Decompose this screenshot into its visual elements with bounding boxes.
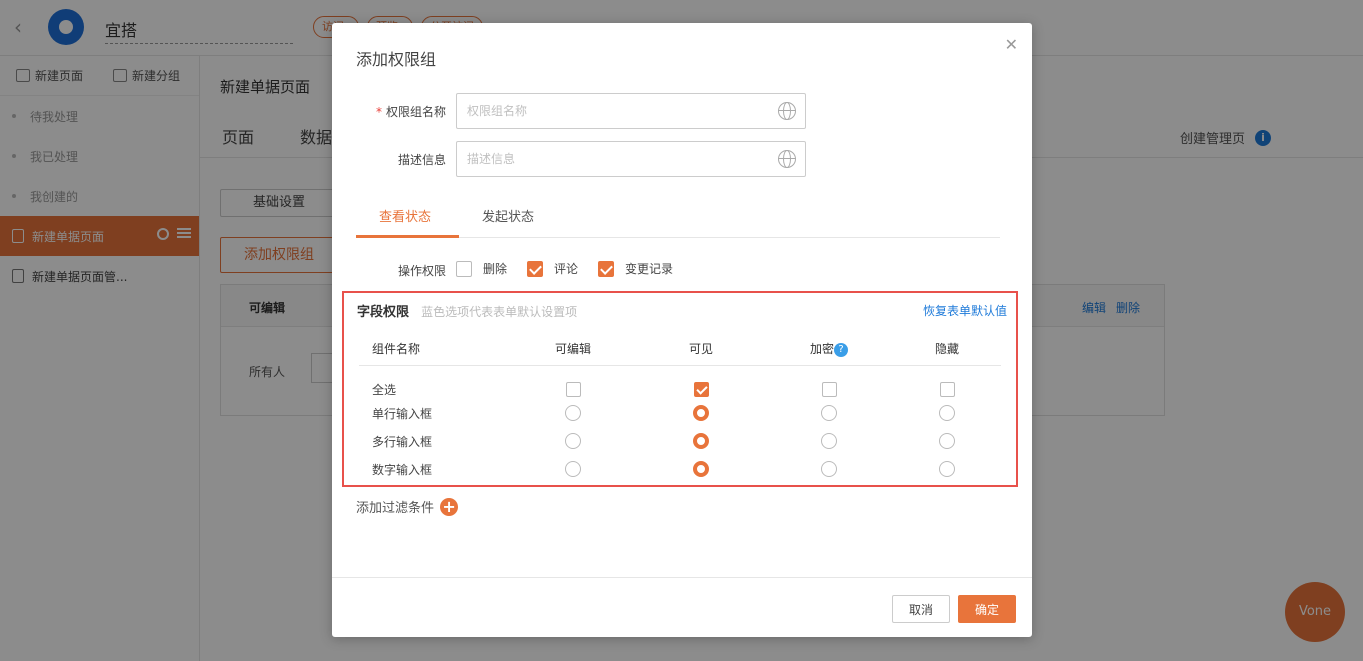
cell bbox=[765, 427, 893, 455]
add-filter-label: 添加过滤条件 bbox=[356, 501, 435, 516]
select-all-encrypted-checkbox[interactable] bbox=[821, 381, 837, 397]
group-name-row: * 权限组名称 bbox=[332, 93, 1032, 129]
row-name: 全选 bbox=[372, 382, 397, 397]
select-all-hidden-checkbox[interactable] bbox=[939, 381, 955, 397]
close-icon[interactable]: ✕ bbox=[1005, 35, 1018, 54]
header-editable: 可编辑 bbox=[509, 333, 637, 366]
help-icon[interactable]: ? bbox=[834, 343, 848, 358]
table-header-row: 组件名称 可编辑 可见 加密? 隐藏 bbox=[359, 333, 1001, 366]
cell bbox=[509, 455, 637, 483]
cell bbox=[765, 455, 893, 483]
cell bbox=[509, 371, 637, 399]
add-permission-group-dialog: 添加权限组 ✕ *权限组名称 描述信息 查看状态 发起状态 操作权限 删除 评论 bbox=[332, 23, 1032, 637]
op-delete-checkbox[interactable]: 删除 bbox=[456, 260, 507, 277]
checkbox[interactable] bbox=[598, 260, 615, 277]
cell bbox=[765, 399, 893, 427]
header-visible: 可见 bbox=[637, 333, 765, 366]
description-input[interactable] bbox=[456, 141, 806, 177]
restore-defaults-link[interactable]: 恢复表单默认值 bbox=[923, 302, 1007, 319]
table-row: 多行输入框 bbox=[359, 427, 1001, 455]
hidden-radio[interactable] bbox=[939, 461, 955, 477]
encrypted-radio[interactable] bbox=[821, 405, 837, 421]
plus-icon[interactable]: + bbox=[440, 497, 459, 516]
cell bbox=[637, 399, 765, 427]
encrypted-radio[interactable] bbox=[821, 433, 837, 449]
group-name-label-text: 权限组名称 bbox=[385, 105, 446, 119]
visible-radio[interactable] bbox=[693, 461, 709, 477]
field-permission-table: 组件名称 可编辑 可见 加密? 隐藏 全选 单行输入框 多行输入框 数字输入框 bbox=[359, 333, 1001, 483]
editable-radio[interactable] bbox=[565, 405, 581, 421]
table-row: 单行输入框 bbox=[359, 399, 1001, 427]
status-tabs: 查看状态 发起状态 bbox=[356, 197, 1000, 238]
row-name: 多行输入框 bbox=[372, 434, 433, 449]
cell bbox=[637, 371, 765, 399]
op-change-log-label: 变更记录 bbox=[625, 262, 674, 276]
table-row: 数字输入框 bbox=[359, 455, 1001, 483]
op-comment-checkbox[interactable]: 评论 bbox=[527, 260, 578, 277]
description-row: 描述信息 bbox=[332, 141, 1032, 177]
tab-initiate-status[interactable]: 发起状态 bbox=[482, 206, 534, 225]
cell bbox=[893, 427, 1001, 455]
field-permission-hint: 蓝色选项代表表单默认设置项 bbox=[421, 305, 578, 319]
header-encrypted: 加密? bbox=[765, 333, 893, 366]
cell bbox=[765, 371, 893, 399]
visible-radio[interactable] bbox=[693, 405, 709, 421]
description-label: 描述信息 bbox=[397, 153, 446, 167]
row-name: 数字输入框 bbox=[372, 462, 433, 477]
dialog-title: 添加权限组 bbox=[356, 50, 437, 69]
cell bbox=[637, 427, 765, 455]
cell bbox=[509, 427, 637, 455]
header-component-name: 组件名称 bbox=[359, 333, 509, 366]
select-all-visible-checkbox[interactable] bbox=[693, 381, 709, 397]
required-mark: * bbox=[375, 105, 382, 119]
field-permission-section: 字段权限 蓝色选项代表表单默认设置项 恢复表单默认值 组件名称 可编辑 可见 加… bbox=[342, 291, 1018, 487]
add-filter-condition[interactable]: 添加过滤条件 + bbox=[356, 497, 459, 516]
visible-radio[interactable] bbox=[693, 433, 709, 449]
cell bbox=[893, 371, 1001, 399]
operation-checkboxes: 删除 评论 变更记录 bbox=[456, 260, 693, 277]
hidden-radio[interactable] bbox=[939, 433, 955, 449]
field-permission-header: 字段权限 蓝色选项代表表单默认设置项 恢复表单默认值 bbox=[357, 301, 1007, 323]
header-hidden: 隐藏 bbox=[893, 333, 1001, 366]
checkbox[interactable] bbox=[527, 260, 544, 277]
op-change-log-checkbox[interactable]: 变更记录 bbox=[598, 260, 673, 277]
cell bbox=[893, 399, 1001, 427]
encrypted-radio[interactable] bbox=[821, 461, 837, 477]
editable-radio[interactable] bbox=[565, 461, 581, 477]
editable-radio[interactable] bbox=[565, 433, 581, 449]
cancel-button[interactable]: 取消 bbox=[892, 595, 950, 623]
op-comment-label: 评论 bbox=[554, 262, 579, 276]
field-permission-title: 字段权限 bbox=[357, 305, 410, 320]
table-row: 全选 bbox=[359, 371, 1001, 399]
cell bbox=[509, 399, 637, 427]
globe-icon[interactable] bbox=[778, 102, 796, 120]
operation-permission-label: 操作权限 bbox=[397, 264, 446, 278]
op-delete-label: 删除 bbox=[483, 262, 508, 276]
hidden-radio[interactable] bbox=[939, 405, 955, 421]
group-name-input[interactable] bbox=[456, 93, 806, 129]
confirm-button[interactable]: 确定 bbox=[958, 595, 1016, 623]
select-all-editable-checkbox[interactable] bbox=[565, 381, 581, 397]
active-tab-underline bbox=[356, 235, 459, 238]
row-name: 单行输入框 bbox=[372, 406, 433, 421]
tab-view-status[interactable]: 查看状态 bbox=[379, 206, 431, 225]
dialog-footer: 取消 确定 bbox=[332, 577, 1032, 637]
operation-permission-row: 操作权限 删除 评论 变更记录 bbox=[332, 260, 1032, 280]
cell bbox=[893, 455, 1001, 483]
header-encrypted-label: 加密 bbox=[809, 342, 834, 357]
group-name-label: * 权限组名称 bbox=[376, 103, 446, 120]
checkbox[interactable] bbox=[456, 260, 472, 277]
cell bbox=[637, 455, 765, 483]
globe-icon[interactable] bbox=[778, 150, 796, 168]
